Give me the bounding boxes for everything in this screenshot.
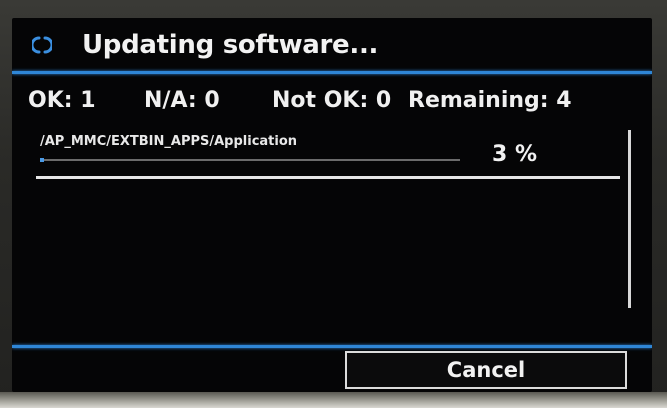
scrollbar[interactable] [628, 130, 631, 308]
total-progress-divider [36, 176, 620, 179]
file-progress-fill [40, 158, 45, 162]
page-title: Updating software... [82, 30, 379, 60]
cancel-button[interactable]: Cancel [345, 351, 627, 389]
stat-remaining: Remaining: 4 [408, 88, 572, 113]
update-stats: OK: 1 N/A: 0 Not OK: 0 Remaining: 4 [28, 88, 648, 118]
device-bezel-bottom [0, 392, 667, 408]
spinner-icon [30, 35, 54, 55]
bottom-divider [12, 345, 652, 348]
current-file-path: /AP_MMC/EXTBIN_APPS/Application [40, 134, 298, 149]
stat-na: N/A: 0 [144, 88, 220, 113]
title-bar: Updating software... [12, 18, 652, 72]
stat-not-ok: Not OK: 0 [272, 88, 392, 113]
file-progress-bar [40, 158, 460, 162]
stat-ok: OK: 1 [28, 88, 96, 113]
display-screen: Updating software... OK: 1 N/A: 0 Not OK… [12, 18, 652, 392]
progress-percent: 3 % [492, 142, 538, 167]
title-divider [12, 71, 652, 74]
